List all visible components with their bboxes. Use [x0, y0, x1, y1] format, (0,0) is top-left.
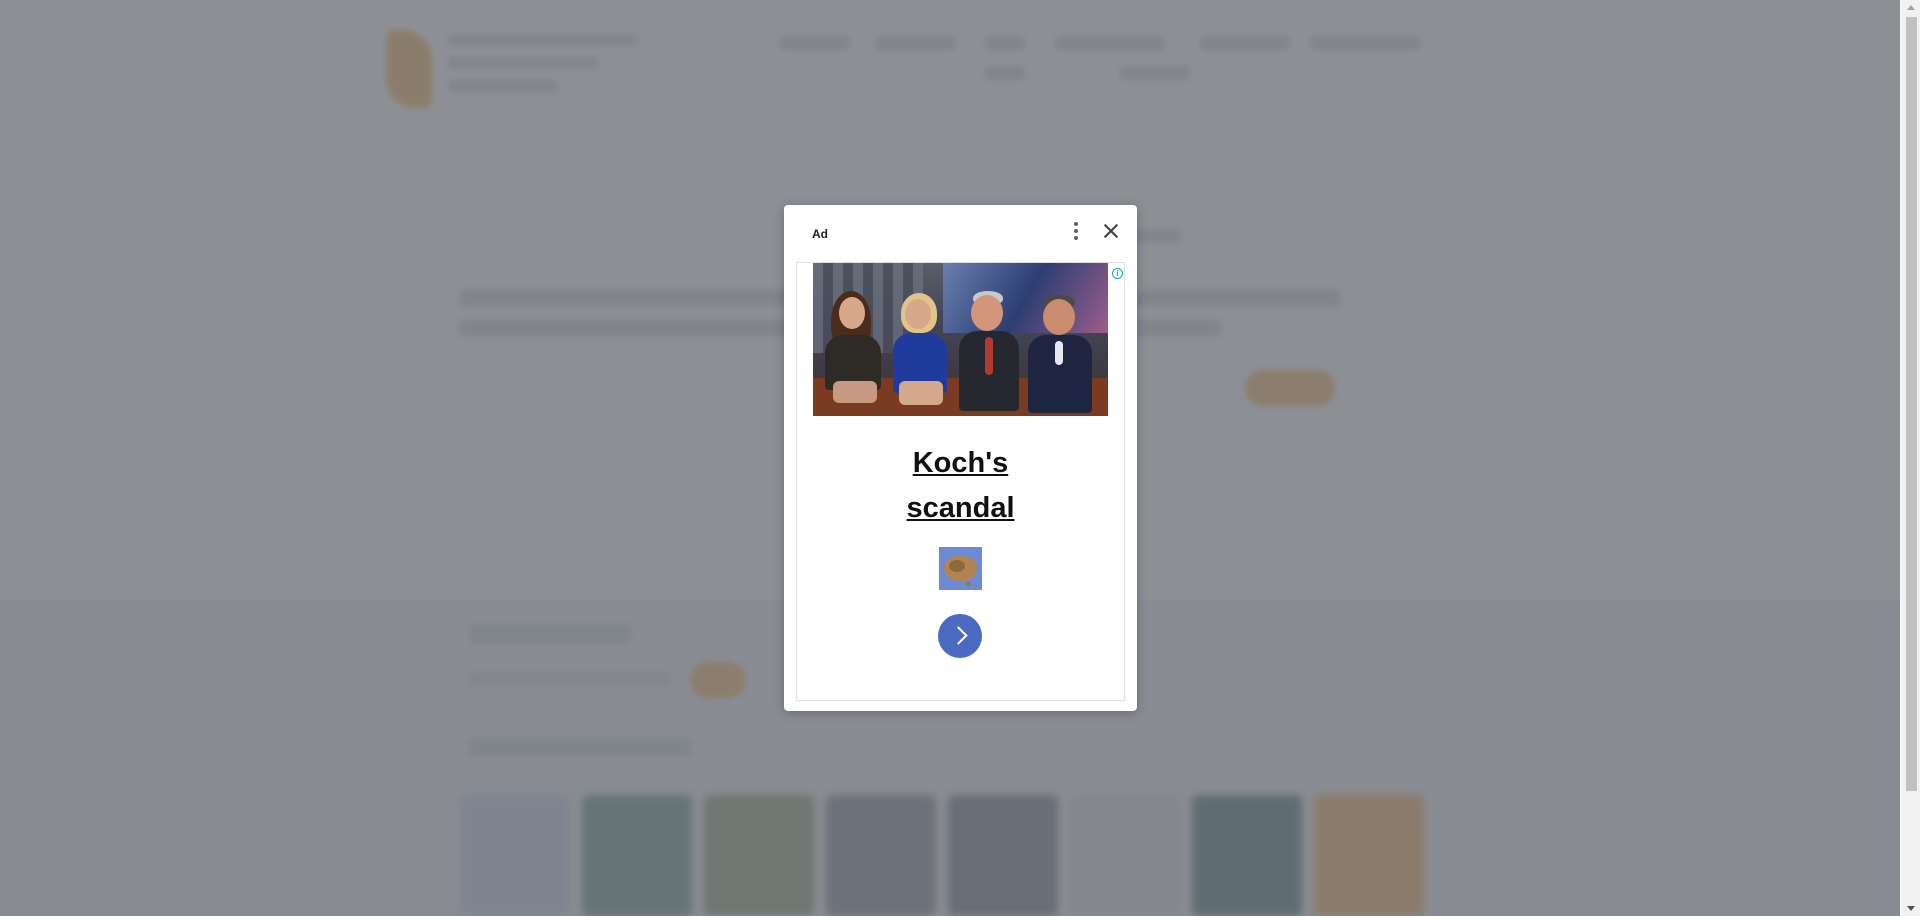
australia-map-icon[interactable] — [939, 547, 982, 590]
ad-headline-link[interactable]: Koch's scandal — [797, 441, 1124, 531]
scroll-thumb[interactable] — [1906, 17, 1917, 791]
scroll-up-arrow-icon[interactable] — [1907, 5, 1915, 10]
ad-headline-line-2: scandal — [906, 492, 1015, 524]
ad-interstitial: Ad i Koch's scandal — [784, 205, 1137, 711]
ad-photo[interactable] — [813, 263, 1108, 416]
scroll-down-arrow-icon[interactable] — [1907, 906, 1915, 911]
ad-headline-line-1: Koch's — [912, 447, 1009, 479]
ad-label: Ad — [812, 227, 828, 241]
info-icon[interactable]: i — [1112, 268, 1123, 279]
ad-content-frame[interactable]: i Koch's scandal — [796, 262, 1125, 701]
close-icon[interactable] — [1099, 219, 1123, 243]
more-options-icon[interactable] — [1064, 219, 1088, 243]
page-scrollbar[interactable] — [1903, 0, 1920, 916]
chevron-right-icon[interactable] — [938, 614, 982, 658]
